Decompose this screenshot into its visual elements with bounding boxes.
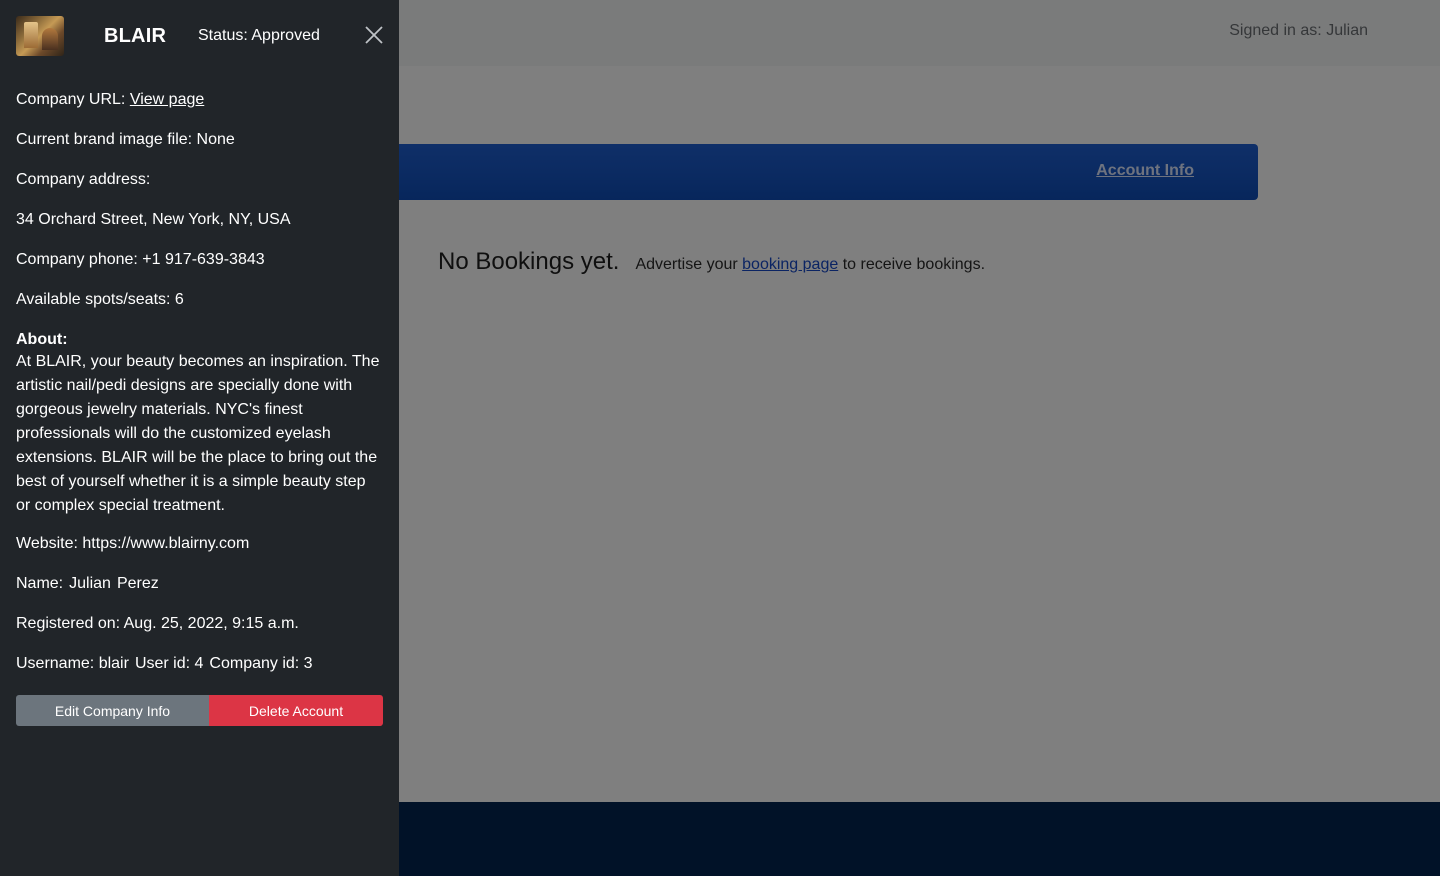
- spots-row: Available spots/seats: 6: [16, 291, 184, 308]
- company-info-panel: BLAIR Status: Approved Company URL: View…: [0, 0, 399, 876]
- about-text: At BLAIR, your beauty becomes an inspira…: [16, 353, 380, 514]
- last-name: Perez: [116, 575, 159, 592]
- action-buttons: Edit Company Info Delete Account: [16, 695, 383, 726]
- edit-company-info-button[interactable]: Edit Company Info: [16, 695, 209, 726]
- panel-header: BLAIR Status: Approved: [16, 16, 384, 56]
- close-button[interactable]: [364, 25, 384, 45]
- brand-image-row: Current brand image file: None: [16, 131, 235, 148]
- username: Username: blair: [16, 655, 129, 672]
- registered-row: Registered on: Aug. 25, 2022, 9:15 a.m.: [16, 615, 299, 632]
- brand-name: BLAIR: [104, 25, 167, 47]
- name-row: Name: Julian Perez: [16, 574, 384, 594]
- address-label: Company address:: [16, 171, 151, 188]
- company-url-row: Company URL: View page: [16, 90, 384, 110]
- user-id: User id: 4: [134, 655, 204, 672]
- brand-logo: [16, 16, 64, 56]
- delete-account-button[interactable]: Delete Account: [209, 695, 383, 726]
- name-label: Name:: [16, 575, 64, 592]
- first-name: Julian: [69, 575, 111, 592]
- ids-row: Username: blair User id: 4 Company id: 3: [16, 654, 384, 674]
- company-details: Company URL: View page Current brand ima…: [16, 90, 384, 694]
- phone-row: Company phone: +1 917-639-3843: [16, 251, 265, 268]
- status-text: Status: Approved: [198, 27, 320, 44]
- address-value: 34 Orchard Street, New York, NY, USA: [16, 211, 291, 228]
- website-row: Website: https://www.blairny.com: [16, 535, 250, 552]
- close-icon: [365, 26, 383, 44]
- company-url-label: Company URL:: [16, 91, 126, 108]
- view-page-link[interactable]: View page: [130, 91, 204, 108]
- about-label: About:: [16, 331, 68, 348]
- company-id: Company id: 3: [209, 655, 313, 672]
